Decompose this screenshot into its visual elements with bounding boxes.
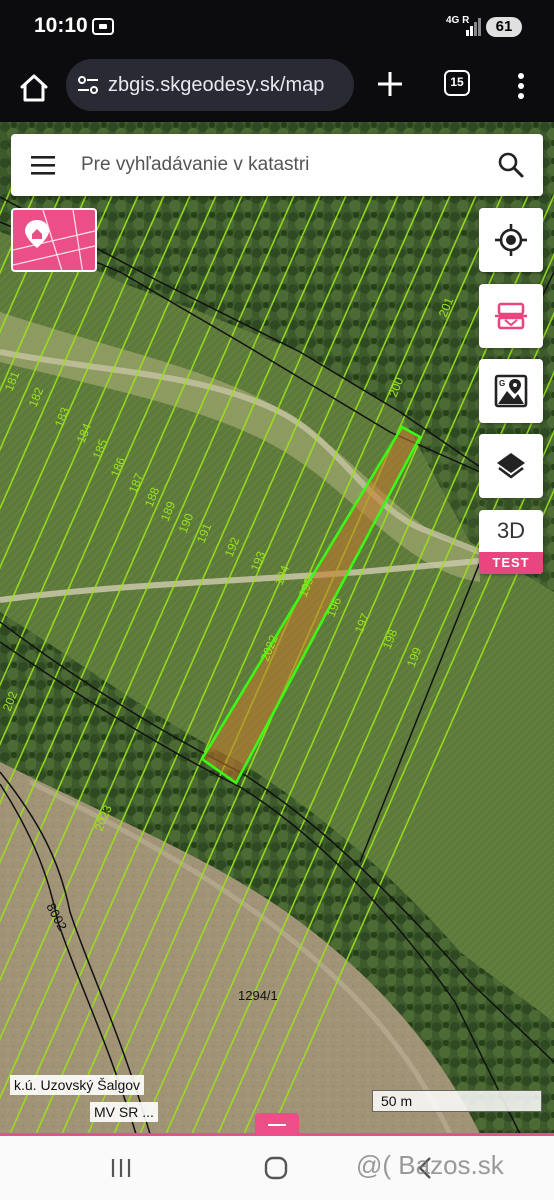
- drawer-handle-icon: [268, 1124, 286, 1126]
- network-type: 4G: [446, 15, 460, 26]
- search-card: [11, 134, 543, 196]
- browser-toolbar: zbgis.skgeodesy.sk/map 15: [0, 56, 554, 122]
- 3d-label: 3D: [496, 518, 526, 543]
- signal-icon: [466, 18, 481, 36]
- battery-indicator: 61: [486, 17, 522, 37]
- tab-switcher-button[interactable]: 15: [444, 70, 470, 96]
- bottom-sheet-handle[interactable]: [255, 1113, 299, 1135]
- authority-attribution[interactable]: MV SR ...: [90, 1102, 158, 1122]
- cadastral-area-label: k.ú. Uzovský Šalgov: [10, 1075, 145, 1095]
- compare-icon: [495, 302, 527, 330]
- layers-button[interactable]: [479, 434, 543, 498]
- compare-maps-button[interactable]: [479, 284, 543, 348]
- parcel-label-main: 1294/1: [238, 988, 278, 1003]
- layers-icon: [497, 453, 525, 479]
- site-settings-icon[interactable]: [76, 73, 100, 97]
- status-bar: 10:10 4G R 61: [0, 0, 554, 56]
- photo-map-button[interactable]: G: [479, 359, 543, 423]
- scale-bar: 50 m: [372, 1090, 542, 1112]
- cadastral-map[interactable]: 181 182 183 184 185 186 187 188 189 190 191 192 193 1…: [0, 122, 554, 1134]
- cadastre-map-icon: [13, 210, 95, 270]
- home-icon[interactable]: [14, 68, 54, 108]
- hamburger-menu-icon[interactable]: [29, 153, 57, 177]
- watermark: @( Bazos.sk: [356, 1150, 504, 1180]
- crosshair-icon: [495, 224, 527, 256]
- address-bar[interactable]: zbgis.skgeodesy.sk/map: [66, 59, 354, 111]
- status-time: 10:10: [34, 14, 88, 37]
- photo-map-icon: G: [494, 374, 528, 408]
- url-text[interactable]: zbgis.skgeodesy.sk/map: [108, 74, 324, 97]
- cadastre-search-input[interactable]: [81, 146, 481, 184]
- test-badge: TEST: [479, 552, 543, 574]
- home-button-icon[interactable]: [262, 1154, 290, 1182]
- recent-apps-icon[interactable]: [106, 1156, 136, 1180]
- screen: 10:10 4G R 61 zbgis.skgeodesy.sk/map 15 …: [0, 0, 554, 1200]
- system-navigation-bar: @( Bazos.sk: [0, 1136, 554, 1200]
- scale-label: 50 m: [381, 1093, 413, 1109]
- new-tab-icon[interactable]: [372, 66, 408, 102]
- search-icon[interactable]: [495, 149, 527, 181]
- map-canvas[interactable]: 1811821831841851861871881891901911921931…: [0, 122, 554, 1134]
- cadastre-layer-button[interactable]: [11, 208, 97, 272]
- my-location-button[interactable]: [479, 208, 543, 272]
- svg-text:G: G: [499, 379, 505, 388]
- more-options-icon[interactable]: [508, 68, 534, 104]
- screenshot-notification-icon: [92, 18, 114, 35]
- 3d-view-button[interactable]: 3D TEST: [479, 510, 543, 574]
